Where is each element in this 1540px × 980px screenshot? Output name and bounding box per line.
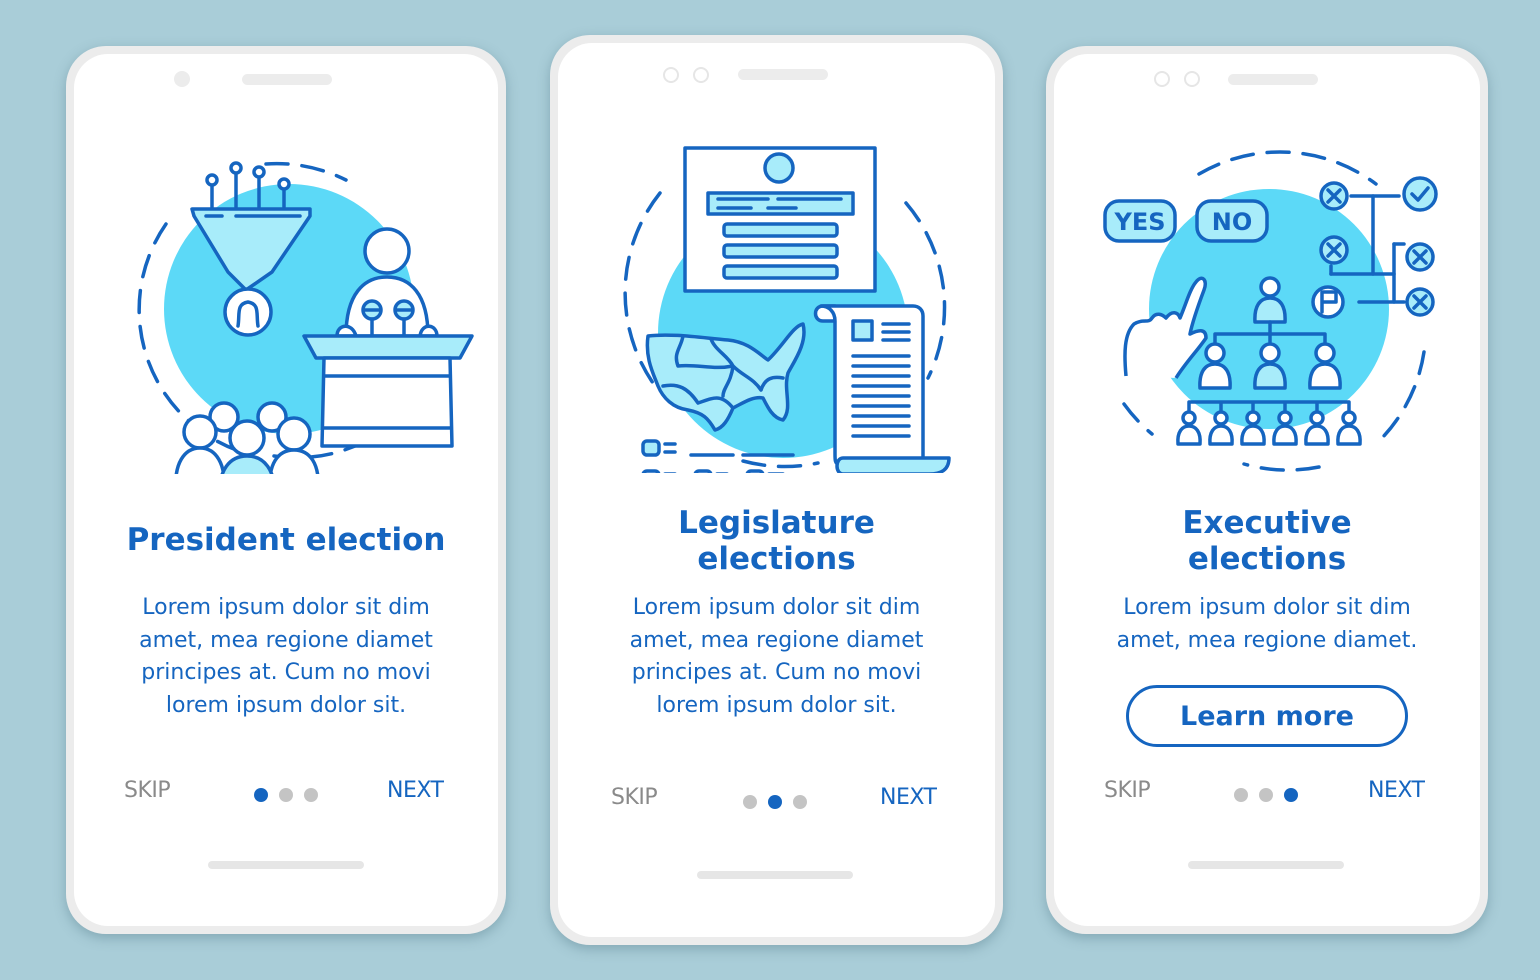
speaker-grille <box>1228 74 1318 85</box>
page-dot[interactable] <box>279 788 293 802</box>
page-dot[interactable] <box>304 788 318 802</box>
dashed-ring <box>741 459 820 469</box>
dashed-ring <box>1122 402 1154 436</box>
onboarding-nav: SKIP NEXT <box>558 785 995 815</box>
yes-label: YES <box>1113 208 1165 236</box>
onboarding-screen-legislature: Legislature elections Lorem ipsum dolor … <box>550 35 1003 945</box>
home-indicator <box>697 871 853 879</box>
page-indicator <box>743 795 807 809</box>
phone-screen: YES NO Executive elections Lorem ipsum d… <box>1054 54 1480 926</box>
page-dot[interactable] <box>743 795 757 809</box>
skip-button[interactable]: SKIP <box>124 778 171 803</box>
phone-screen: President election Lorem ipsum dolor sit… <box>74 54 498 926</box>
skip-button[interactable]: SKIP <box>611 785 658 810</box>
onboarding-nav: SKIP NEXT <box>1054 778 1480 808</box>
screen-description: Lorem ipsum dolor sit dim amet, mea regi… <box>1116 595 1418 653</box>
dashed-ring <box>1374 350 1426 446</box>
next-button[interactable]: NEXT <box>387 778 444 803</box>
screen-description: Lorem ipsum dolor sit dim amet, mea regi… <box>629 595 924 718</box>
check-icon <box>1402 176 1438 212</box>
ballot-card-icon <box>683 146 877 293</box>
page-dot[interactable] <box>1234 788 1248 802</box>
speaker-grille <box>242 74 332 85</box>
legislature-elections-illustration <box>623 146 951 473</box>
speaker-grille <box>738 69 828 80</box>
screen-title: Legislature elections <box>678 505 875 577</box>
screen-description: Lorem ipsum dolor sit dim amet, mea regi… <box>139 595 433 718</box>
next-button[interactable]: NEXT <box>1368 778 1425 803</box>
front-camera <box>174 71 190 87</box>
front-sensor <box>1184 71 1200 87</box>
skip-button[interactable]: SKIP <box>1104 778 1151 803</box>
onboarding-nav: SKIP NEXT <box>74 778 498 808</box>
dashed-ring <box>264 161 348 182</box>
front-camera <box>663 67 679 83</box>
no-bubble-icon: NO <box>1195 199 1269 243</box>
screen-title: Executive elections <box>1182 505 1352 577</box>
president-election-illustration <box>137 161 474 474</box>
executive-elections-illustration: YES NO <box>1103 150 1438 472</box>
page-dot-active[interactable] <box>1284 788 1298 802</box>
learn-more-button[interactable]: Learn more <box>1126 685 1408 747</box>
front-camera <box>1154 71 1170 87</box>
page-indicator <box>254 788 318 802</box>
onboarding-screen-president: President election Lorem ipsum dolor sit… <box>66 46 506 934</box>
dashed-ring <box>1242 462 1321 472</box>
page-indicator <box>1234 788 1298 802</box>
front-sensor <box>693 67 709 83</box>
home-indicator <box>208 861 364 869</box>
document-scroll-icon <box>813 304 951 473</box>
dashed-ring <box>1197 150 1378 186</box>
screen-title: President election <box>126 522 446 558</box>
page-dot[interactable] <box>1259 788 1273 802</box>
yes-bubble-icon: YES <box>1103 199 1177 243</box>
onboarding-screen-executive: YES NO Executive elections Lorem ipsum d… <box>1046 46 1488 934</box>
phone-screen: Legislature elections Lorem ipsum dolor … <box>558 43 995 937</box>
no-label: NO <box>1212 208 1253 236</box>
page-dot[interactable] <box>793 795 807 809</box>
next-button[interactable]: NEXT <box>880 785 937 810</box>
page-dot-active[interactable] <box>254 788 268 802</box>
user-circle-icon <box>223 287 273 337</box>
home-indicator <box>1188 861 1344 869</box>
page-dot-active[interactable] <box>768 795 782 809</box>
flag-icon <box>1311 285 1345 319</box>
